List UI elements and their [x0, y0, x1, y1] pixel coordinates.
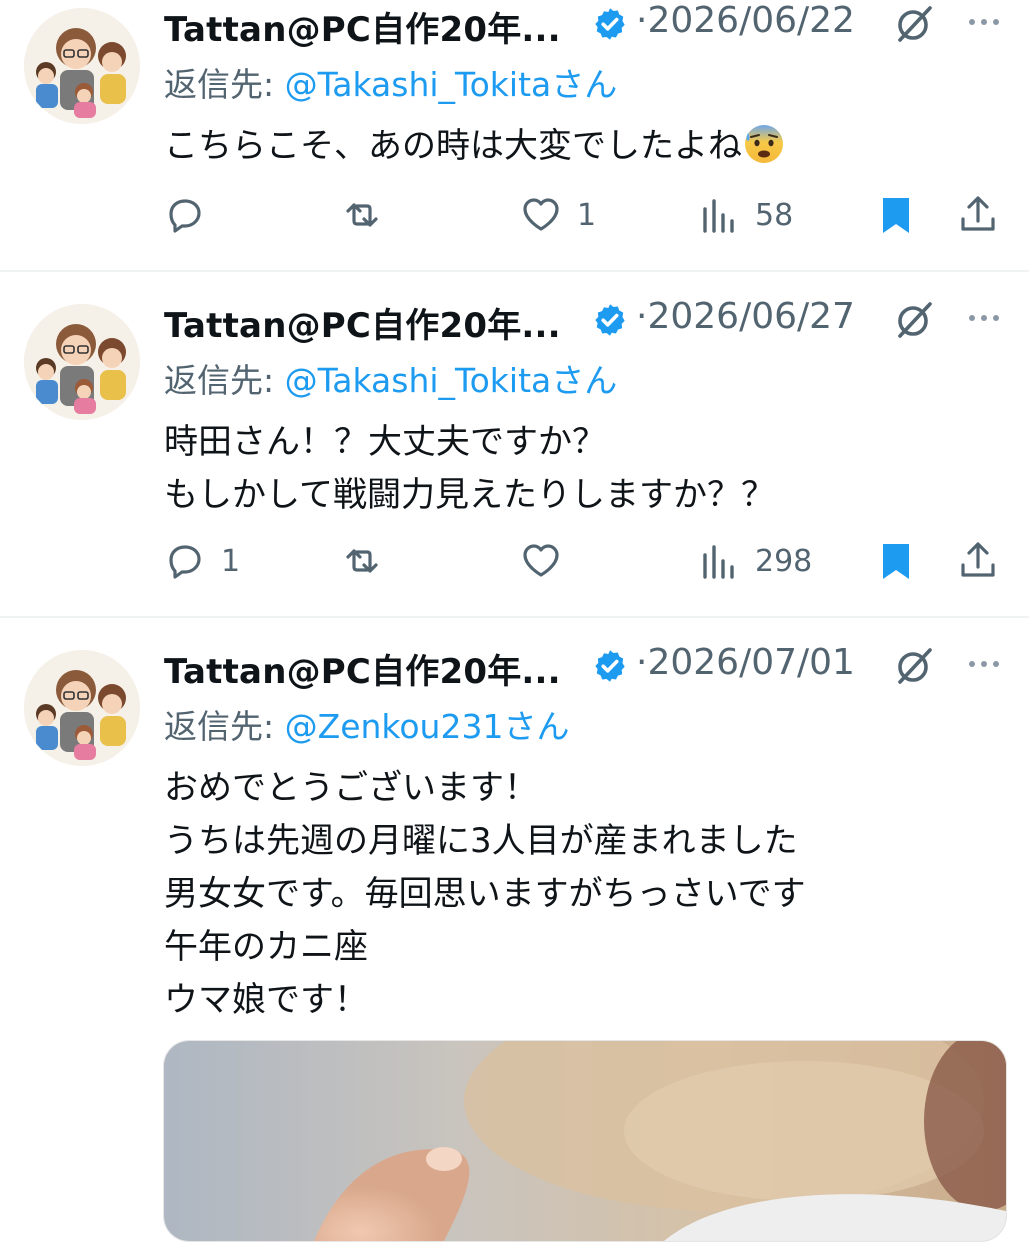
avatar[interactable] — [24, 8, 140, 124]
like-button[interactable] — [519, 536, 577, 586]
share-button[interactable] — [956, 536, 1000, 586]
retweet-button[interactable] — [340, 190, 384, 240]
tweet-text: こちらこそ、あの時は大変でしたよね — [164, 120, 786, 173]
retweet-icon — [346, 549, 378, 573]
share-button[interactable] — [956, 190, 1000, 240]
views-button[interactable]: 298 — [697, 536, 812, 586]
views-button[interactable]: 58 — [697, 190, 793, 240]
verified-badge-icon — [595, 650, 625, 682]
like-button[interactable]: 1 — [519, 190, 596, 240]
grok-icon[interactable] — [894, 4, 934, 44]
anxious-face-with-sweat-icon — [745, 125, 783, 163]
author-name[interactable]: Tattan@PC自作20年... — [164, 644, 561, 693]
avatar[interactable] — [24, 304, 140, 420]
heart-icon — [523, 198, 559, 231]
tweet-divider — [0, 616, 1029, 618]
views-chart-icon — [703, 545, 734, 579]
verified-badge-icon — [595, 8, 625, 40]
bookmark-filled-icon — [883, 198, 909, 233]
author-name[interactable]: Tattan@PC自作20年... — [164, 298, 561, 347]
tweet-date[interactable]: ·2026/06/27 — [636, 296, 855, 337]
bookmark-button[interactable] — [874, 190, 918, 240]
grok-icon[interactable] — [894, 646, 934, 686]
heart-icon — [523, 544, 559, 577]
share-icon — [961, 196, 995, 231]
reply-to: 返信先: @Takashi_Tokitaさん — [164, 65, 618, 104]
views-chart-icon — [703, 199, 734, 233]
verified-badge-icon — [595, 304, 625, 336]
reply-handle-link[interactable]: @Takashi_Tokitaさん — [285, 361, 618, 400]
tweet-divider — [0, 270, 1029, 272]
reply-handle-link[interactable]: @Takashi_Tokitaさん — [285, 65, 618, 104]
attached-photo[interactable] — [163, 1040, 1007, 1242]
reply-to: 返信先: @Takashi_Tokitaさん — [164, 361, 618, 400]
grok-icon[interactable] — [894, 300, 934, 340]
reply-to: 返信先: @Zenkou231さん — [164, 707, 570, 746]
reply-button[interactable] — [163, 190, 221, 240]
reply-button[interactable]: 1 — [163, 536, 240, 586]
more-options-icon[interactable] — [964, 652, 1004, 676]
tweet-text: おめでとうございます！ うちは先週の月曜に3人目が産まれました 男女女です。毎回… — [164, 768, 806, 1020]
more-options-icon[interactable] — [964, 306, 1004, 330]
bookmark-filled-icon — [883, 544, 909, 579]
tweet-text: 時田さん！？大丈夫ですか？ もしかして戦闘力見えたりしますか？？ — [164, 422, 775, 515]
tweet-date[interactable]: ·2026/07/01 — [636, 642, 855, 683]
share-icon — [961, 542, 995, 577]
avatar[interactable] — [24, 650, 140, 766]
tweet-actions: 1 58 — [0, 190, 1029, 240]
tweet-actions: 1 298 — [0, 536, 1029, 586]
reply-icon — [169, 199, 201, 233]
author-name[interactable]: Tattan@PC自作20年... — [164, 2, 561, 51]
retweet-icon — [346, 203, 378, 227]
tweet-date[interactable]: ·2026/06/22 — [636, 0, 855, 41]
reply-icon — [169, 545, 201, 579]
retweet-button[interactable] — [340, 536, 384, 586]
reply-handle-link[interactable]: @Zenkou231さん — [285, 707, 570, 746]
bookmark-button[interactable] — [874, 536, 918, 586]
more-options-icon[interactable] — [964, 10, 1004, 34]
